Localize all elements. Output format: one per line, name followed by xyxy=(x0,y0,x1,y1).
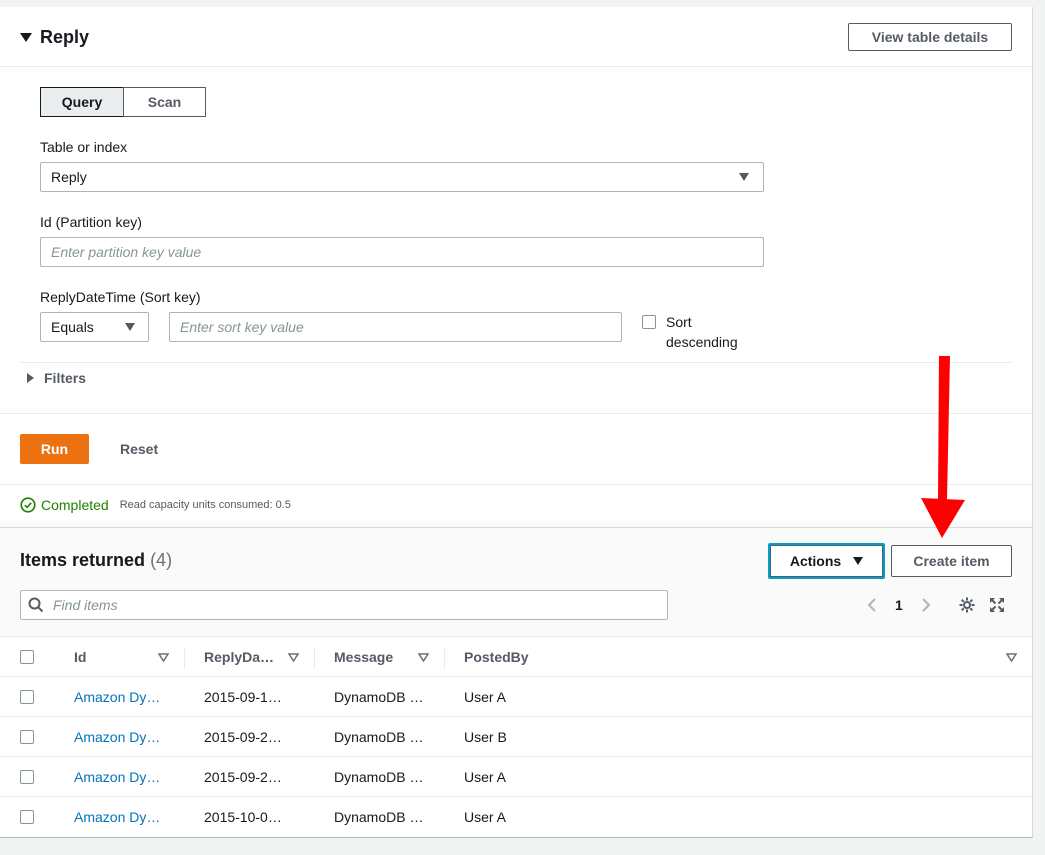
column-separator[interactable] xyxy=(184,647,185,669)
column-header-replydatetime[interactable]: ReplyDa… xyxy=(204,649,274,665)
fullscreen-icon[interactable] xyxy=(989,597,1005,613)
status-detail: Read capacity units consumed: 0.5 xyxy=(119,499,291,511)
cell-message: DynamoDB … xyxy=(334,769,424,785)
column-header-postedby[interactable]: PostedBy xyxy=(464,649,529,665)
column-header-message[interactable]: Message xyxy=(334,649,393,665)
cell-replydatetime: 2015-09-1… xyxy=(204,689,282,705)
create-item-button[interactable]: Create item xyxy=(891,545,1012,577)
partition-key-label: Id (Partition key) xyxy=(40,214,142,230)
column-separator[interactable] xyxy=(444,647,445,669)
collapse-caret-icon xyxy=(20,33,32,42)
tab-query[interactable]: Query xyxy=(40,87,124,117)
sort-key-input[interactable]: Enter sort key value xyxy=(169,312,622,342)
sort-icon[interactable] xyxy=(1006,653,1017,662)
sort-icon[interactable] xyxy=(418,653,429,662)
reset-button[interactable]: Reset xyxy=(120,441,158,457)
cell-message: DynamoDB … xyxy=(334,689,424,705)
divider xyxy=(0,66,1032,67)
column-header-id[interactable]: Id xyxy=(74,649,86,665)
section-header[interactable]: Reply xyxy=(20,27,89,48)
query-panel xyxy=(0,7,1033,838)
view-table-details-button[interactable]: View table details xyxy=(848,23,1012,51)
item-id-link[interactable]: Amazon Dy… xyxy=(74,689,160,705)
chevron-left-icon[interactable] xyxy=(866,597,878,613)
items-title-text: Items returned xyxy=(20,550,146,570)
divider xyxy=(0,527,1032,528)
chevron-down-icon xyxy=(853,557,864,565)
items-title: Items returned (4) xyxy=(20,550,172,571)
sort-icon[interactable] xyxy=(288,653,299,662)
red-arrow-annotation xyxy=(921,356,965,538)
table-index-label: Table or index xyxy=(40,139,128,155)
item-id-link[interactable]: Amazon Dy… xyxy=(74,729,160,745)
check-circle-icon xyxy=(20,497,36,513)
cell-postedby: User A xyxy=(464,769,507,785)
table-index-select[interactable]: Reply xyxy=(40,162,764,192)
cell-postedby: User A xyxy=(464,809,507,825)
cell-replydatetime: 2015-09-2… xyxy=(204,729,282,745)
row-checkbox[interactable] xyxy=(20,730,34,744)
row-checkbox[interactable] xyxy=(20,810,34,824)
divider xyxy=(0,676,1032,677)
cell-replydatetime: 2015-10-0… xyxy=(204,809,282,825)
section-title: Reply xyxy=(40,27,90,47)
divider xyxy=(0,796,1032,797)
sort-descending-label-2: descending xyxy=(666,334,738,350)
select-all-checkbox[interactable] xyxy=(20,650,34,664)
divider xyxy=(20,362,1012,363)
divider xyxy=(0,484,1032,485)
sort-operator-value: Equals xyxy=(51,319,94,335)
column-separator[interactable] xyxy=(314,647,315,669)
divider xyxy=(0,756,1032,757)
item-id-link[interactable]: Amazon Dy… xyxy=(74,769,160,785)
cell-message: DynamoDB … xyxy=(334,729,424,745)
run-button[interactable]: Run xyxy=(20,434,89,464)
cell-message: DynamoDB … xyxy=(334,809,424,825)
filters-label: Filters xyxy=(44,370,87,386)
cell-postedby: User A xyxy=(464,689,507,705)
cell-postedby: User B xyxy=(464,729,507,745)
gear-icon[interactable] xyxy=(958,596,976,614)
items-count: (4) xyxy=(150,550,173,570)
sort-key-label: ReplyDateTime (Sort key) xyxy=(40,289,201,305)
partition-key-input[interactable]: Enter partition key value xyxy=(40,237,764,267)
row-checkbox[interactable] xyxy=(20,770,34,784)
divider xyxy=(0,636,1032,637)
search-icon xyxy=(28,597,44,613)
page-number[interactable]: 1 xyxy=(895,597,903,613)
actions-label: Actions xyxy=(789,553,842,569)
item-id-link[interactable]: Amazon Dy… xyxy=(74,809,160,825)
sort-descending-label-1: Sort xyxy=(666,314,692,330)
filters-toggle[interactable]: Filters xyxy=(27,370,86,386)
table-index-value: Reply xyxy=(51,169,87,185)
status-text: Completed xyxy=(41,497,109,513)
divider xyxy=(0,413,1032,414)
chevron-right-icon[interactable] xyxy=(920,597,932,613)
chevron-down-icon xyxy=(125,323,135,331)
tab-scan[interactable]: Scan xyxy=(123,87,206,117)
status-bar: Completed Read capacity units consumed: … xyxy=(20,497,291,513)
cell-replydatetime: 2015-09-2… xyxy=(204,769,282,785)
sort-icon[interactable] xyxy=(158,653,169,662)
actions-dropdown-button[interactable]: Actions xyxy=(768,543,885,579)
divider xyxy=(0,716,1032,717)
find-items-input[interactable]: Find items xyxy=(20,590,668,620)
row-checkbox[interactable] xyxy=(20,690,34,704)
expand-caret-icon xyxy=(27,373,34,383)
sort-descending-checkbox[interactable] xyxy=(642,315,656,329)
chevron-down-icon xyxy=(739,173,749,181)
